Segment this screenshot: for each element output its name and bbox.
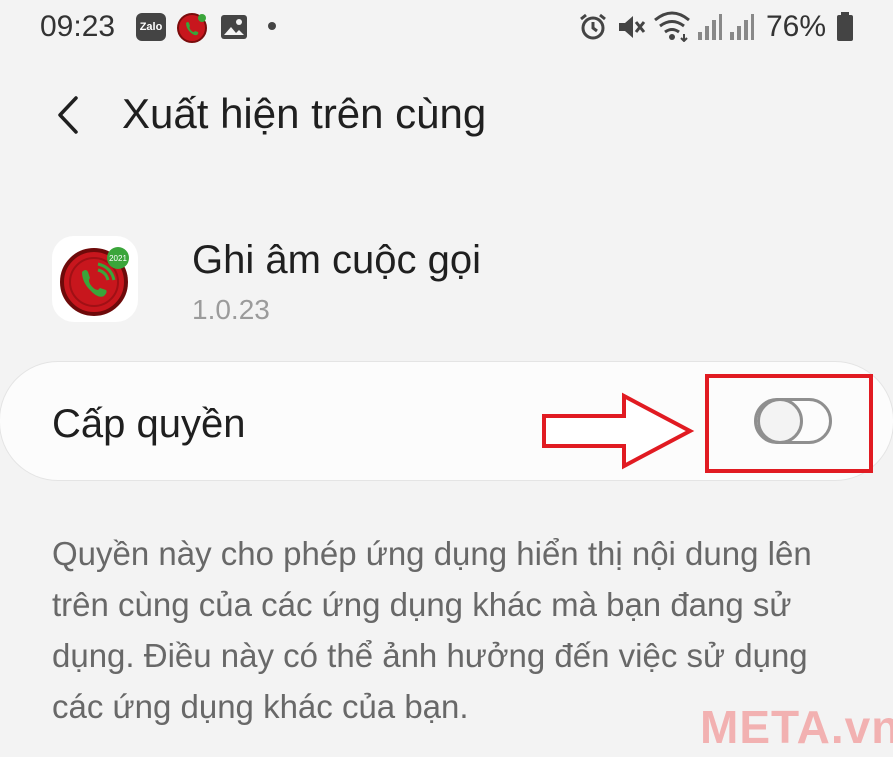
back-button[interactable] (50, 92, 90, 138)
permission-label: Cấp quyền (52, 402, 246, 446)
mute-icon (616, 12, 646, 47)
gallery-icon (220, 14, 248, 45)
status-bar: 09:23 Zalo 76% (0, 0, 893, 56)
call-recorder-notification-icon (176, 12, 208, 49)
signal-icon (696, 12, 722, 47)
more-notifications-dot (268, 22, 276, 30)
call-recorder-icon: 2021 (60, 247, 129, 316)
battery-percentage: 76% (766, 10, 827, 43)
back-arrow-icon (58, 96, 78, 134)
app-version: 1.0.23 (192, 294, 270, 325)
app-name: Ghi âm cuộc gọi (192, 238, 482, 282)
toggle-knob (757, 398, 803, 444)
permission-toggle[interactable] (754, 398, 832, 444)
annotation-arrow (540, 392, 695, 475)
page-title: Xuất hiện trên cùng (122, 90, 487, 137)
signal-icon-sim2 (728, 12, 754, 47)
watermark: META.vn (700, 701, 893, 753)
zalo-icon: Zalo (136, 13, 166, 41)
status-time: 09:23 (40, 10, 116, 43)
battery-icon (836, 12, 854, 47)
app-icon-badge: 2021 (109, 254, 127, 263)
app-icon: 2021 (52, 236, 138, 322)
alarm-icon (578, 12, 608, 47)
wifi-icon (652, 10, 692, 47)
